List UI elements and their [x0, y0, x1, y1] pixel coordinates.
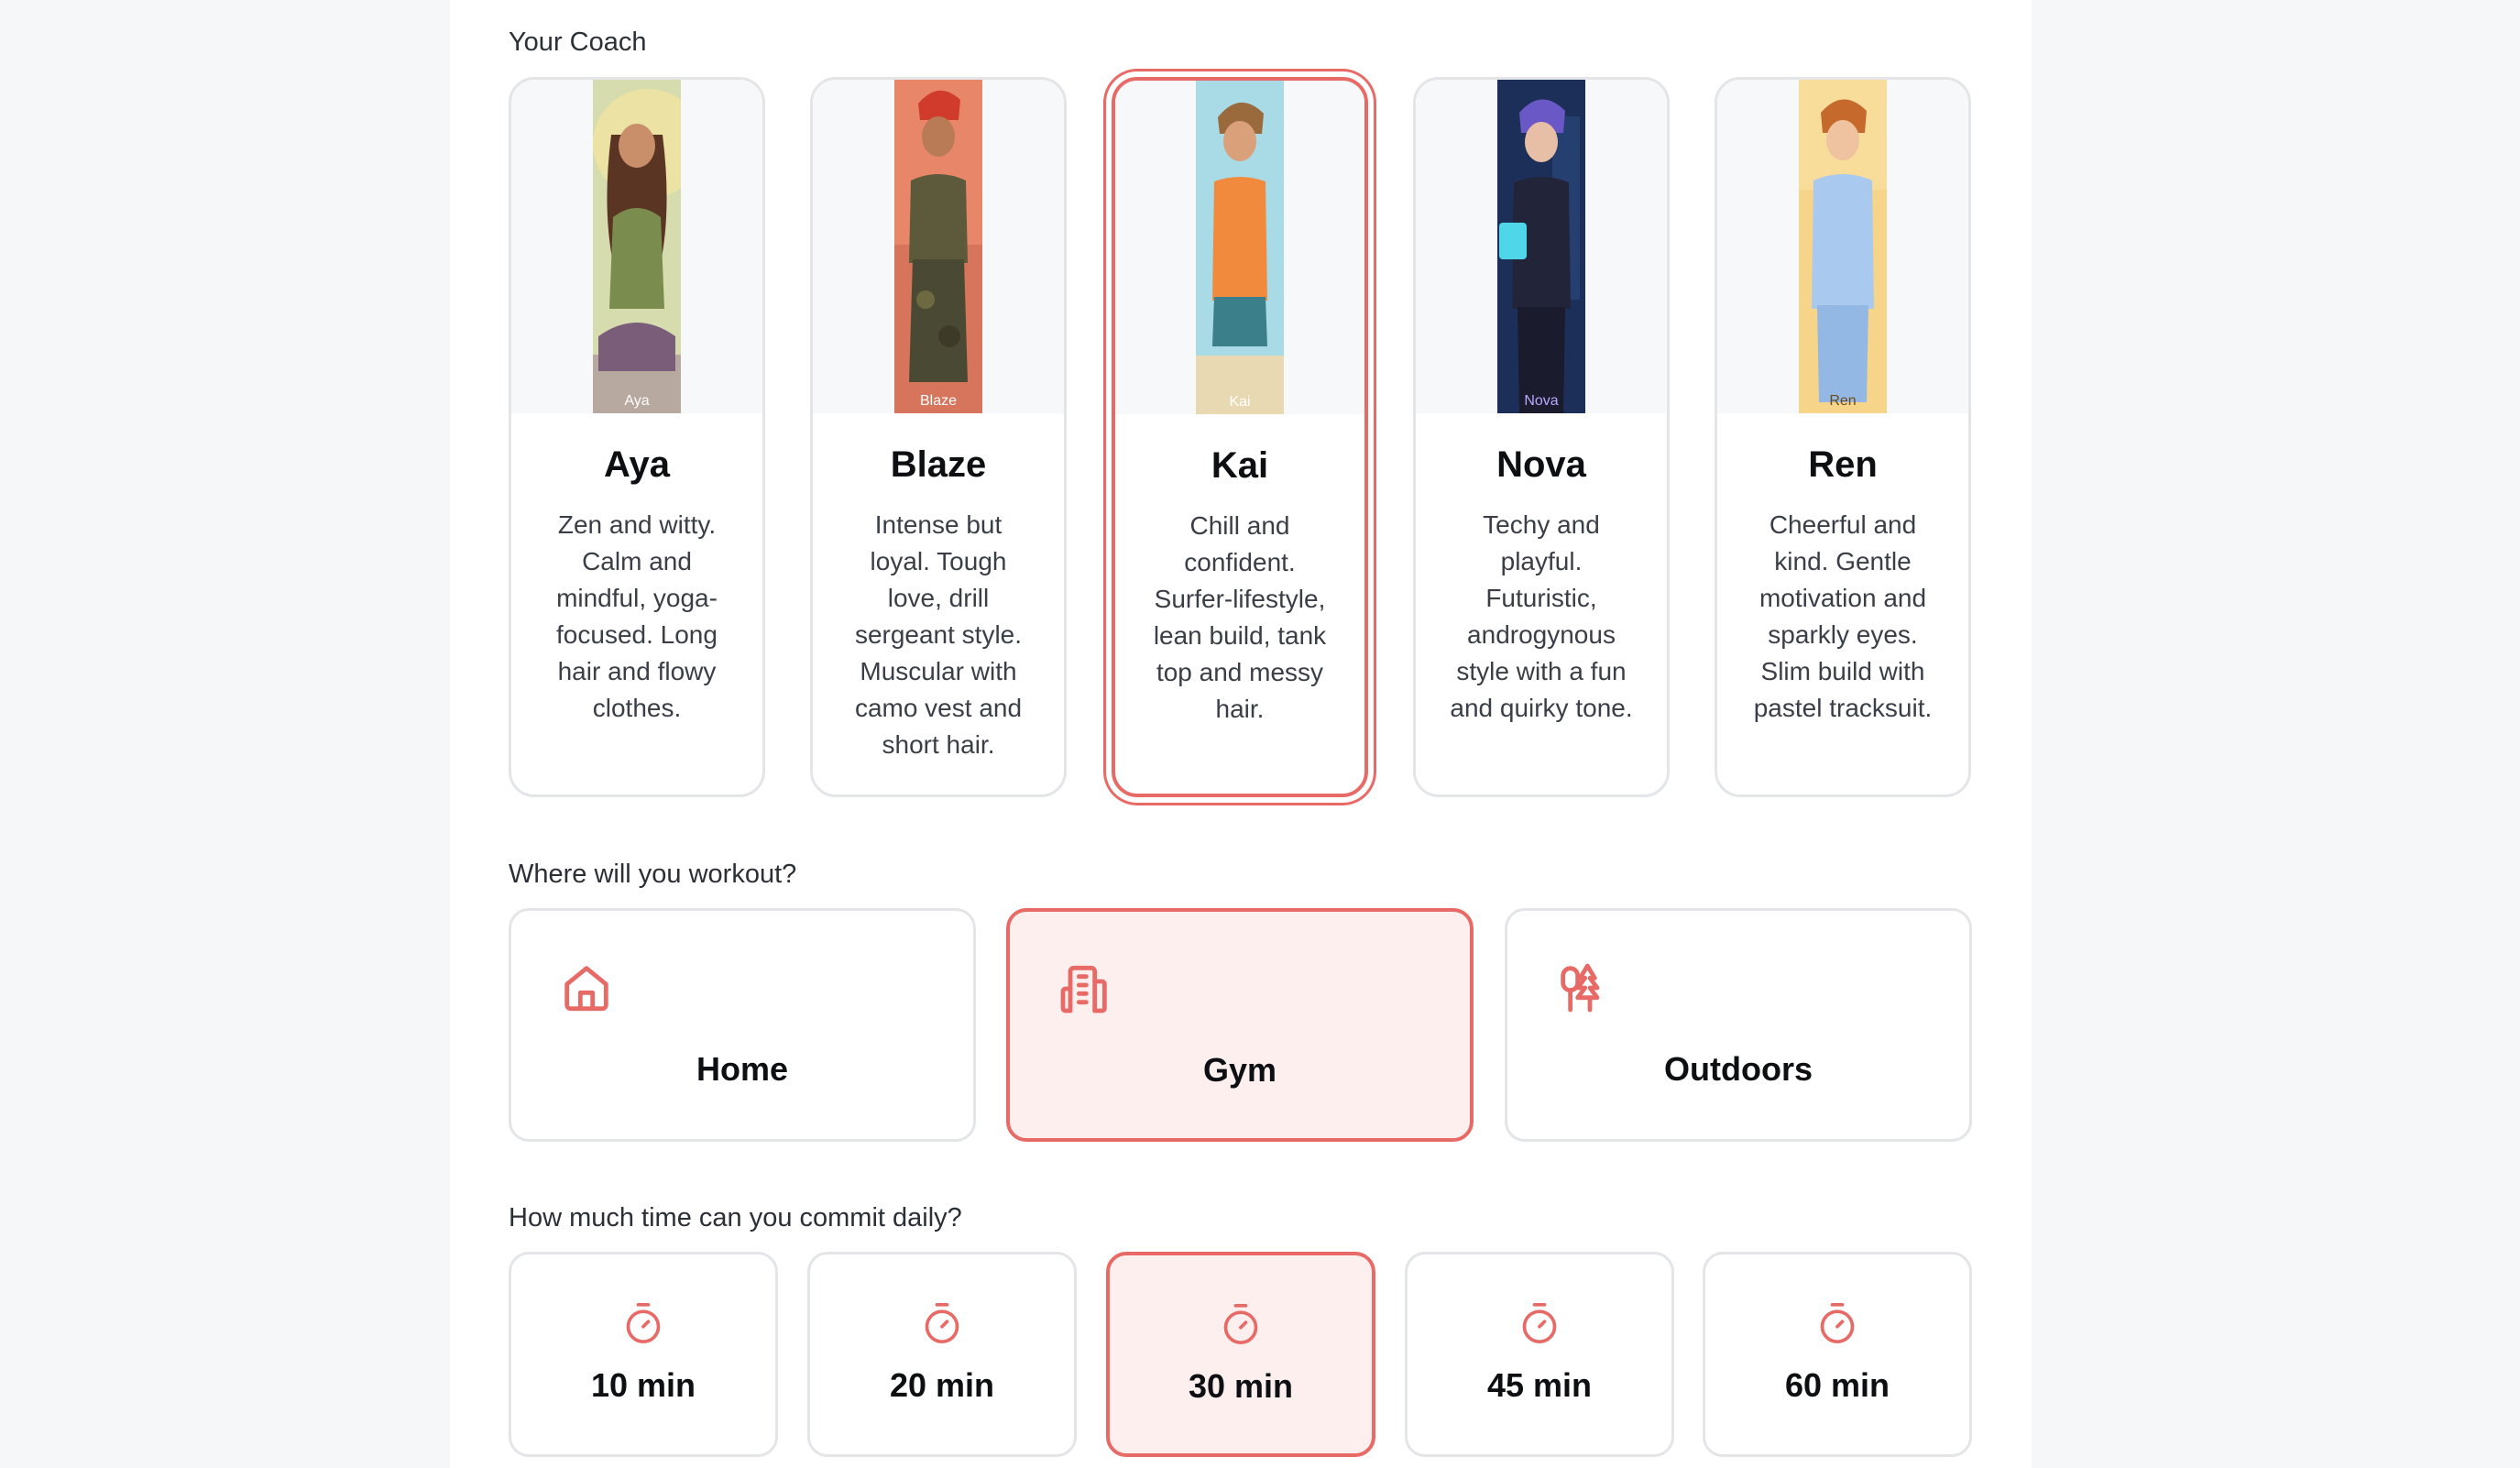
- time-label: 45 min: [1486, 1366, 1593, 1404]
- home-icon: [564, 966, 608, 1012]
- timer-icon: [1522, 1303, 1557, 1343]
- coach-image-area: Nova: [1416, 80, 1667, 413]
- coach-description: Cheerful and kind. Gentle motivation and…: [1753, 510, 1933, 722]
- portrait-caption: Blaze: [919, 393, 958, 409]
- coach-card-blaze[interactable]: Blaze Blaze Intense but loyal. Tough lov…: [810, 77, 1067, 797]
- coach-name: Kai: [1211, 445, 1269, 486]
- coach-portrait-kai: Kai: [1196, 81, 1284, 414]
- portrait-caption: Ren: [1829, 393, 1857, 409]
- time-section-label: How much time can you commit daily?: [509, 1203, 962, 1232]
- location-option-home[interactable]: Home: [509, 908, 976, 1142]
- coach-card-nova[interactable]: Nova Nova Techy and playful. Futuristic,…: [1413, 77, 1670, 797]
- location-label: Gym: [1202, 1051, 1277, 1089]
- time-label: 30 min: [1188, 1367, 1294, 1405]
- coach-description: Zen and witty. Calm and mindful, yoga-fo…: [556, 510, 718, 722]
- coach-description: Techy and playful. Futuristic, androgyno…: [1450, 510, 1633, 722]
- time-option-30[interactable]: 30 min: [1106, 1252, 1375, 1457]
- coach-card-kai[interactable]: Kai Kai Chill and confident. Surfer-life…: [1112, 77, 1368, 797]
- portrait-caption: Kai: [1229, 394, 1251, 410]
- location-label: Outdoors: [1664, 1050, 1813, 1088]
- time-label: 20 min: [889, 1366, 995, 1404]
- timer-icon: [1223, 1304, 1258, 1344]
- coach-image-area: Kai: [1115, 81, 1364, 414]
- coach-card-ren[interactable]: Ren Ren Cheerful and kind. Gentle motiva…: [1715, 77, 1971, 797]
- time-option-10[interactable]: 10 min: [509, 1252, 778, 1457]
- location-section-label: Where will you workout?: [509, 860, 797, 889]
- coach-description: Intense but loyal. Tough love, drill ser…: [854, 510, 1023, 759]
- coach-name: Ren: [1808, 444, 1878, 485]
- portrait-caption: Nova: [1524, 393, 1559, 409]
- location-options: Home Gym Outdoors: [509, 908, 1972, 1142]
- onboarding-page: Your Coach Aya Aya Zen and witty. Calm a…: [450, 0, 2032, 1468]
- coach-portrait-aya: Aya: [593, 80, 681, 413]
- coach-description: Chill and confident. Surfer-lifestyle, l…: [1153, 511, 1327, 723]
- location-option-gym[interactable]: Gym: [1006, 908, 1474, 1142]
- coach-image-area: Blaze: [813, 80, 1064, 413]
- time-label: 10 min: [590, 1366, 696, 1404]
- building-icon: [1060, 965, 1107, 1013]
- timer-icon: [626, 1303, 661, 1343]
- coach-card-aya[interactable]: Aya Aya Zen and witty. Calm and mindful,…: [509, 77, 765, 797]
- coach-image-area: Aya: [511, 80, 762, 413]
- coach-image-area: Ren: [1717, 80, 1968, 413]
- coach-portrait-nova: Nova: [1497, 80, 1585, 413]
- time-label: 60 min: [1784, 1366, 1890, 1404]
- portrait-caption: Aya: [624, 393, 650, 409]
- location-label: Home: [696, 1050, 789, 1088]
- timer-icon: [1820, 1303, 1855, 1343]
- coach-name: Nova: [1496, 444, 1586, 485]
- coach-name: Blaze: [890, 444, 987, 485]
- timer-icon: [925, 1303, 959, 1343]
- time-option-20[interactable]: 20 min: [807, 1252, 1077, 1457]
- coach-portrait-ren: Ren: [1799, 80, 1887, 413]
- time-option-60[interactable]: 60 min: [1703, 1252, 1972, 1457]
- location-option-outdoors[interactable]: Outdoors: [1505, 908, 1972, 1142]
- coach-portrait-blaze: Blaze: [894, 80, 982, 413]
- coach-name: Aya: [604, 444, 670, 485]
- trees-icon: [1561, 963, 1600, 1013]
- time-options: 10 min 20 min 30 min 45 min 60 min: [509, 1252, 1972, 1457]
- coach-section-label: Your Coach: [509, 27, 647, 57]
- time-option-45[interactable]: 45 min: [1405, 1252, 1674, 1457]
- coach-options: Aya Aya Zen and witty. Calm and mindful,…: [509, 77, 1972, 797]
